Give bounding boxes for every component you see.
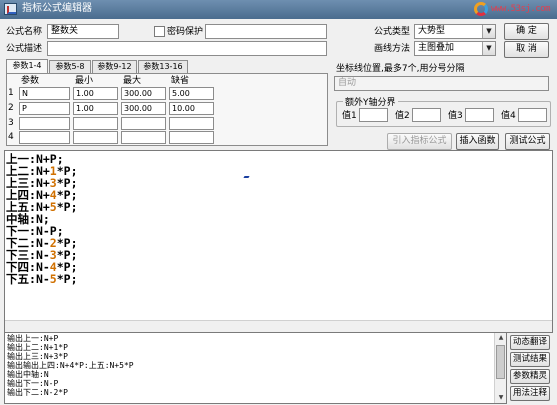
cancel-button[interactable]: 取 消 xyxy=(504,41,549,58)
param-max-input[interactable]: 300.00 xyxy=(121,102,166,115)
text-caret xyxy=(243,176,250,178)
editor-horizontal-scrollbar[interactable] xyxy=(5,320,552,332)
scroll-up-arrow-icon[interactable]: ▲ xyxy=(496,333,506,343)
type-select[interactable]: 大势型 ▼ xyxy=(414,24,496,39)
extra-y-label-1: 值1 xyxy=(342,111,357,121)
param-panel: 参数 最小 最大 缺省 1 N 1.00 300.00 5.00 2 P 1.0… xyxy=(6,73,328,146)
param-name-input[interactable]: P xyxy=(19,102,70,115)
param-default-input[interactable]: 10.00 xyxy=(169,102,214,115)
import-formula-button[interactable]: 引入指标公式 xyxy=(387,133,452,150)
code-line: 下五:N-5*P; xyxy=(6,272,78,286)
password-input[interactable] xyxy=(205,24,327,39)
formula-editor[interactable]: 上一:N+P; 上二:N+1*P; 上三:N+3*P; 上四:N+4*P; 上五… xyxy=(4,150,553,333)
param-name-input[interactable] xyxy=(19,131,70,144)
param-default-input[interactable] xyxy=(169,117,214,130)
tab-params-9-12[interactable]: 参数9-12 xyxy=(92,60,137,74)
usage-notes-button[interactable]: 用法注释 xyxy=(510,386,550,401)
chevron-down-icon[interactable]: ▼ xyxy=(482,42,495,55)
draw-select[interactable]: 主图叠加 ▼ xyxy=(414,41,496,56)
param-header-min: 最小 xyxy=(75,76,94,86)
test-result-button[interactable]: 测试结果 xyxy=(510,352,550,367)
logo-swirl-icon xyxy=(474,2,488,16)
test-formula-button[interactable]: 测试公式 xyxy=(505,133,550,150)
output-line: 输出上三:N+3*P xyxy=(7,352,68,361)
dynamic-translate-button[interactable]: 动态翻译 xyxy=(510,335,550,350)
type-select-value: 大势型 xyxy=(418,26,446,36)
param-max-input[interactable] xyxy=(121,131,166,144)
extra-y-title: 额外Y轴分界 xyxy=(343,95,398,108)
param-min-input[interactable]: 1.00 xyxy=(73,102,118,115)
param-min-input[interactable]: 1.00 xyxy=(73,87,118,100)
password-checkbox[interactable] xyxy=(154,26,165,37)
insert-function-button[interactable]: 插入函数 xyxy=(456,133,499,150)
name-input[interactable]: 整数关 xyxy=(47,24,119,39)
extra-y-input-1[interactable] xyxy=(359,108,388,122)
type-label: 公式类型 xyxy=(374,27,411,37)
param-name-input[interactable] xyxy=(19,117,70,130)
param-max-input[interactable] xyxy=(121,117,166,130)
chevron-down-icon[interactable]: ▼ xyxy=(482,25,495,38)
extra-y-input-4[interactable] xyxy=(518,108,547,122)
name-label: 公式名称 xyxy=(6,27,43,37)
extra-y-label-2: 值2 xyxy=(395,111,410,121)
param-default-input[interactable] xyxy=(169,131,214,144)
param-name-input[interactable]: N xyxy=(19,87,70,100)
coord-label: 坐标线位置,最多7个,用分号分隔 xyxy=(336,64,465,74)
param-header-max: 最大 xyxy=(123,76,142,86)
extra-y-group: 额外Y轴分界 值1 值2 值3 值4 xyxy=(336,95,551,127)
draw-label: 画线方法 xyxy=(374,44,411,54)
output-line: 输出输出上四:N+4*P:上五:N+5*P xyxy=(7,361,134,370)
param-header-name: 参数 xyxy=(21,76,40,86)
password-label: 密码保护 xyxy=(167,27,204,37)
output-line: 输出上一:N+P xyxy=(7,334,59,343)
tab-params-1-4[interactable]: 参数1-4 xyxy=(6,59,48,74)
extra-y-input-3[interactable] xyxy=(465,108,494,122)
logo-text: www.53sj.com xyxy=(491,4,551,14)
param-min-input[interactable] xyxy=(73,117,118,130)
param-wizard-button[interactable]: 参数精灵 xyxy=(510,369,550,384)
output-line: 输出中轴:N xyxy=(7,370,49,379)
draw-select-value: 主图叠加 xyxy=(418,43,455,53)
title-bar: 指标公式编辑器 www.53sj.com xyxy=(0,0,557,19)
ok-button[interactable]: 确 定 xyxy=(504,23,549,40)
output-panel[interactable]: 输出上一:N+P 输出上二:N+1*P 输出上三:N+3*P 输出输出上四:N+… xyxy=(4,332,507,404)
watermark-logo: www.53sj.com xyxy=(470,1,557,19)
param-default-input[interactable]: 5.00 xyxy=(169,87,214,100)
tab-params-5-8[interactable]: 参数5-8 xyxy=(49,60,91,74)
param-row-index: 4 xyxy=(8,132,14,142)
app-icon xyxy=(4,3,17,15)
scroll-down-arrow-icon[interactable]: ▼ xyxy=(496,393,506,403)
scroll-thumb[interactable] xyxy=(496,345,505,379)
desc-label: 公式描述 xyxy=(6,44,43,54)
param-header-default: 缺省 xyxy=(171,76,190,86)
coord-input[interactable]: 自动 xyxy=(334,76,549,91)
extra-y-label-3: 值3 xyxy=(448,111,463,121)
desc-input[interactable] xyxy=(47,41,327,56)
param-row-index: 3 xyxy=(8,118,14,128)
extra-y-input-2[interactable] xyxy=(412,108,441,122)
tab-params-13-16[interactable]: 参数13-16 xyxy=(138,60,188,74)
extra-y-label-4: 值4 xyxy=(501,111,516,121)
output-line: 输出上二:N+1*P xyxy=(7,343,68,352)
param-min-input[interactable] xyxy=(73,131,118,144)
output-vertical-scrollbar[interactable]: ▲ ▼ xyxy=(494,333,506,403)
param-max-input[interactable]: 300.00 xyxy=(121,87,166,100)
param-row-index: 2 xyxy=(8,103,14,113)
output-line: 输出下二:N-2*P xyxy=(7,388,68,397)
output-line: 输出下一:N-P xyxy=(7,379,59,388)
window-title: 指标公式编辑器 xyxy=(22,3,92,14)
param-row-index: 1 xyxy=(8,88,14,98)
